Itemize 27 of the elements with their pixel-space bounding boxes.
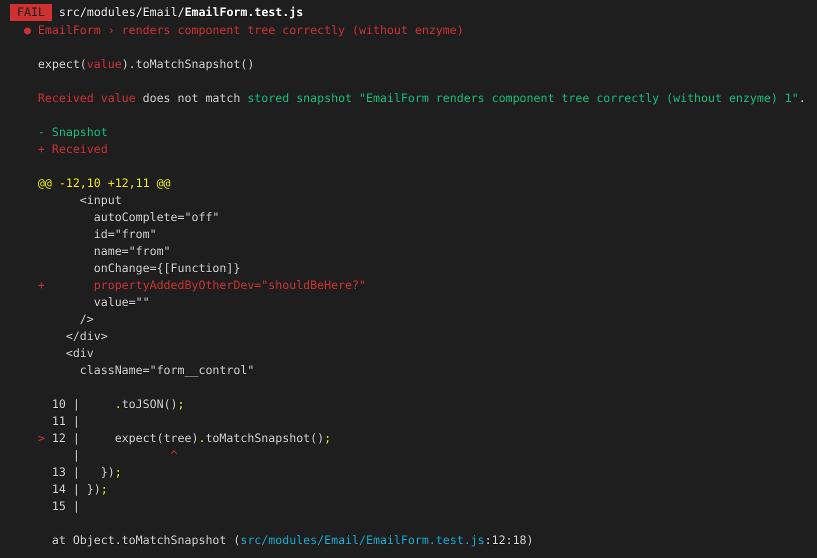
terminal-line: 10 | .toJSON();: [50, 397, 185, 411]
terminal-line: name="from": [92, 244, 171, 258]
terminal-line: at Object.toMatchSnapshot (src/modules/Email/EmailForm.test.js:12:18): [50, 533, 534, 547]
terminal-line: 14 | });: [50, 482, 108, 496]
terminal-line: id="from": [92, 227, 157, 241]
terminal-line: <input: [78, 193, 122, 207]
terminal-line: - Snapshot: [36, 125, 108, 139]
terminal-line: > 12 | expect(tree).toMatchSnapshot();: [36, 431, 332, 445]
terminal-line: @@ -12,10 +12,11 @@: [36, 176, 171, 190]
terminal-line: 15 |: [50, 499, 80, 513]
terminal-line: value="": [92, 295, 150, 309]
terminal-line: </div>: [64, 329, 108, 343]
terminal-line: onChange={[Function]}: [92, 261, 240, 275]
terminal-line: + propertyAddedByOtherDev="shouldBeHere?": [36, 278, 366, 292]
terminal-line: ● EmailForm › renders component tree correctly (without enzyme): [22, 23, 464, 37]
fail-badge: FAIL: [10, 4, 52, 21]
terminal-line: expect(value).toMatchSnapshot(): [36, 57, 254, 71]
terminal-line: 13 | });: [50, 465, 122, 479]
terminal-line: | ^: [72, 448, 178, 462]
test-file-path: src/modules/Email/EmailForm.test.js: [58, 4, 304, 21]
terminal-line: <div: [64, 346, 94, 360]
terminal-line: className="form__control": [78, 363, 254, 377]
terminal-line: autoComplete="off": [92, 210, 220, 224]
terminal-line: 11 |: [50, 414, 80, 428]
terminal-line: + Received: [36, 142, 108, 156]
terminal-line: />: [78, 312, 94, 326]
terminal-line: Received value does not match stored snapshot "EmailForm renders component tree correctly (without enzyme) 1".: [36, 91, 806, 105]
